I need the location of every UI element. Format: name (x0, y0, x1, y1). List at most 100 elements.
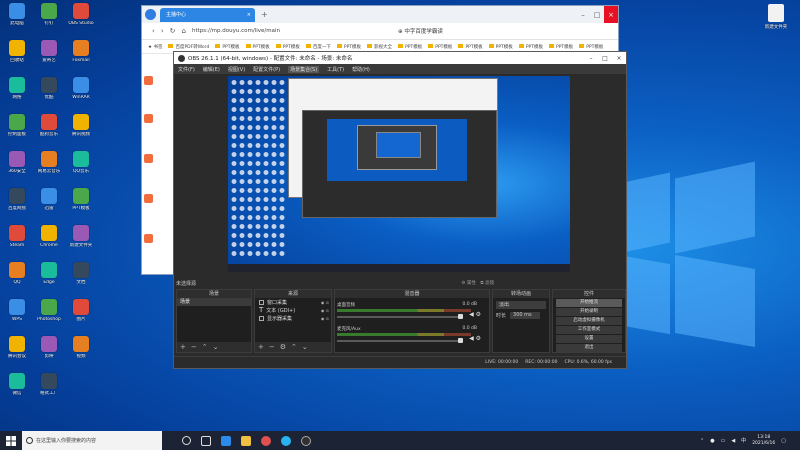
volume-slider[interactable] (337, 316, 463, 318)
browser-app-icon[interactable] (281, 435, 291, 446)
desktop-icon[interactable]: 酷狗音乐 (33, 114, 65, 137)
desktop-icon[interactable]: 网络 (1, 77, 33, 100)
desktop-icon[interactable]: Photoshop (33, 299, 65, 322)
obs-menu-item[interactable]: 工具(T) (327, 66, 344, 73)
volume-knob[interactable] (458, 338, 463, 343)
browser-tab[interactable]: 主播中心 × (160, 7, 255, 22)
bookmark-item[interactable]: PPT模板 (458, 44, 482, 50)
desktop-icon[interactable]: 钉钉 (33, 3, 65, 26)
minimize-button[interactable]: – (576, 6, 590, 23)
add-icon[interactable]: + (258, 343, 264, 351)
move-down-icon[interactable]: ⌄ (302, 343, 308, 351)
desktop-icon[interactable]: 控制面板 (1, 114, 33, 137)
desktop-icon[interactable]: 格式工厂 (33, 373, 65, 396)
desktop-icon[interactable]: 网易云音乐 (33, 151, 65, 174)
desktop-icon[interactable]: Chrome (33, 225, 65, 248)
move-down-icon[interactable]: ⌄ (213, 343, 219, 351)
desktop-icon[interactable]: 腾讯视频 (65, 114, 97, 137)
virtual-camera-button[interactable]: 启动虚拟摄像机 (556, 317, 622, 325)
desktop-icon[interactable]: 优酷 (33, 77, 65, 100)
volume-knob[interactable] (458, 314, 463, 319)
sidebar-icon[interactable] (144, 194, 153, 203)
tray-chevron-icon[interactable]: ⌃ (700, 438, 704, 444)
back-icon[interactable]: ‹ (152, 27, 155, 35)
start-recording-button[interactable]: 开始录制 (556, 308, 622, 316)
desktop-icon[interactable]: PPT模板 (65, 188, 97, 211)
speaker-icon[interactable]: ◀ ⚙ (469, 335, 481, 342)
desktop-icon[interactable]: 百度网盘 (1, 188, 33, 211)
photos-icon[interactable] (261, 435, 271, 446)
obs-menu-item[interactable]: 场景集合(S) (288, 65, 320, 73)
task-view-icon[interactable] (201, 435, 211, 446)
studio-mode-button[interactable]: 工作室模式 (556, 326, 622, 334)
desktop-icon[interactable]: OBS Studio (65, 3, 97, 26)
bookmark-item[interactable]: PPT模板 (489, 44, 513, 50)
speaker-icon[interactable]: ◀ ⚙ (469, 311, 481, 318)
properties-button[interactable]: ⚙ 属性 ⧉ 滤镜 (461, 280, 494, 286)
desktop-icon[interactable]: 爱奇艺 (33, 40, 65, 63)
bookmark-item[interactable]: PPT模板 (579, 44, 603, 50)
exit-button[interactable]: 退出 (556, 344, 622, 352)
bookmark-item[interactable]: PPT模板 (246, 44, 270, 50)
obs-menu-item[interactable]: 配置文件(P) (253, 66, 280, 73)
desktop-icon[interactable]: Foxmail (65, 40, 97, 63)
sidebar-icon[interactable] (144, 114, 153, 123)
bookmark-item[interactable]: 百度PDF转Word (168, 44, 209, 50)
close-tab-icon[interactable]: × (247, 12, 251, 18)
settings-button[interactable]: 设置 (556, 335, 622, 343)
eye-icon[interactable]: ◉ ⊙ (321, 308, 329, 313)
desktop-icon[interactable]: 文档 (65, 262, 97, 285)
sidebar-icon[interactable] (144, 154, 153, 163)
clock[interactable]: 13:18 2021/6/16 (752, 435, 775, 447)
close-button[interactable]: × (612, 52, 626, 64)
bookmark-item[interactable]: PPT模板 (549, 44, 573, 50)
forward-icon[interactable]: › (161, 27, 164, 35)
desktop-icon[interactable]: QQ (1, 262, 33, 285)
duration-input[interactable]: 300 ms (510, 312, 541, 319)
obs-menu-item[interactable]: 编辑(E) (203, 66, 220, 73)
gear-icon[interactable]: ⚙ (280, 343, 286, 351)
address-bar[interactable]: https://mp.douyu.com/live/main (192, 28, 342, 34)
file-explorer-icon[interactable] (241, 435, 251, 446)
edge-icon[interactable] (221, 435, 231, 446)
new-tab-button[interactable]: + (261, 10, 268, 19)
desktop-icon[interactable]: 此电脑 (1, 3, 33, 26)
taskbar-search[interactable]: 在这里输入你要搜索的内容 (22, 431, 162, 450)
remove-icon[interactable]: − (269, 343, 275, 351)
source-item[interactable]: T 文本 (GDI+) ◉ ⊙ (255, 306, 331, 314)
cortana-icon[interactable] (182, 436, 191, 445)
desktop-icon[interactable]: WPS (1, 299, 33, 322)
desktop-icon[interactable]: Steam (1, 225, 33, 248)
obs-menu-item[interactable]: 帮助(H) (352, 66, 370, 73)
volume-slider[interactable] (337, 340, 463, 342)
bookmark-item[interactable]: PPT模板 (337, 44, 361, 50)
bookmark-item[interactable]: PPT模板 (428, 44, 452, 50)
eye-icon[interactable]: ◉ ⊙ (321, 300, 329, 305)
source-item[interactable]: 窗口采集 ◉ ⊙ (255, 298, 331, 306)
bookmark-item[interactable]: PPT模板 (398, 44, 422, 50)
search-box[interactable]: ⊕ 中字百度学霸读 (398, 27, 443, 35)
desktop-icon-new-folder[interactable]: 新建文件夹 (760, 4, 792, 30)
bookmark-item[interactable]: 百度一下 (306, 44, 331, 50)
close-button[interactable]: × (604, 6, 618, 23)
desktop-icon[interactable]: 微信 (1, 373, 33, 396)
bookmarks-star-icon[interactable]: ★ 书签 (148, 44, 162, 50)
bookmark-item[interactable]: 影视大全 (367, 44, 392, 50)
sidebar-icon[interactable] (144, 76, 153, 85)
desktop-icon[interactable]: 360安全 (1, 151, 33, 174)
desktop-icon[interactable]: 迅雷 (33, 188, 65, 211)
maximize-button[interactable]: □ (598, 52, 612, 64)
move-up-icon[interactable]: ⌃ (291, 343, 297, 351)
desktop-icon[interactable]: 图片 (65, 299, 97, 322)
volume-icon[interactable]: ◀ (731, 438, 735, 444)
maximize-button[interactable]: □ (590, 6, 604, 23)
scene-item[interactable]: 场景 (177, 298, 251, 306)
network-icon[interactable]: ▭ (721, 438, 726, 444)
start-streaming-button[interactable]: 开始推流 (556, 299, 622, 307)
desktop-icon[interactable]: WinRAR (65, 77, 97, 100)
move-up-icon[interactable]: ⌃ (202, 343, 208, 351)
obs-menu-item[interactable]: 视图(V) (228, 66, 245, 73)
remove-icon[interactable]: − (191, 343, 197, 351)
notification-icon[interactable]: ▢ (781, 438, 786, 444)
sidebar-icon[interactable] (144, 234, 153, 243)
